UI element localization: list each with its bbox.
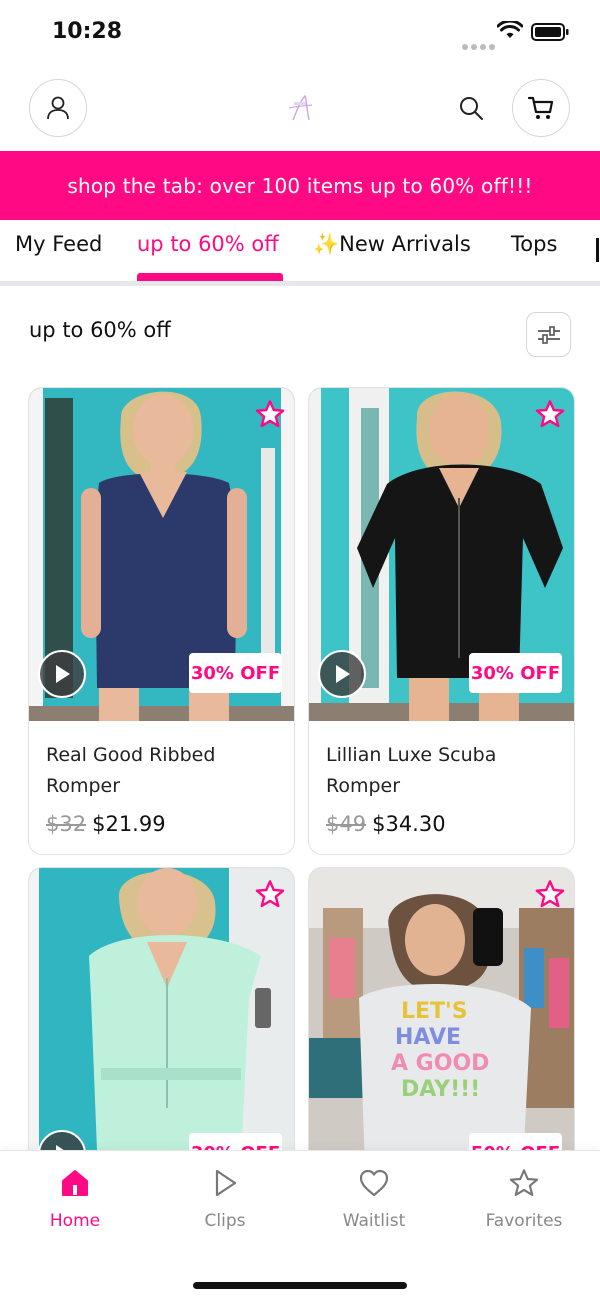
- original-price: $49: [326, 812, 367, 836]
- tab-my-feed[interactable]: My Feed: [15, 232, 102, 256]
- play-video-button[interactable]: [38, 650, 86, 698]
- promo-text: shop the tab: over 100 items up to 60% o…: [67, 173, 533, 198]
- play-icon: [56, 665, 70, 683]
- tab-sale[interactable]: up to 60% off: [137, 232, 279, 256]
- star-icon: [509, 1169, 539, 1197]
- search-button[interactable]: [455, 92, 487, 124]
- product-price: $32 $21.99: [46, 812, 166, 836]
- tab-new-arrivals[interactable]: ✨New Arrivals: [313, 232, 471, 257]
- nav-clips-label: Clips: [204, 1211, 246, 1231]
- discount-badge: 30% OFF: [189, 653, 282, 693]
- user-icon: [47, 96, 69, 120]
- play-icon: [336, 665, 350, 683]
- brand-logo[interactable]: [282, 90, 318, 126]
- nav-favorites-label: Favorites: [485, 1211, 563, 1231]
- nav-waitlist-label: Waitlist: [342, 1211, 406, 1231]
- nav-home-label: Home: [49, 1211, 101, 1231]
- account-button[interactable]: [29, 79, 87, 137]
- discount-badge: 30% OFF: [469, 653, 562, 693]
- product-image[interactable]: 30% OFF: [29, 868, 294, 1166]
- product-price: $49 $34.30: [326, 812, 446, 836]
- product-image[interactable]: 30% OFF: [309, 388, 574, 721]
- sliders-icon: [537, 325, 560, 344]
- promo-banner[interactable]: shop the tab: over 100 items up to 60% o…: [0, 151, 600, 220]
- product-image[interactable]: 30% OFF: [29, 388, 294, 721]
- original-price: $32: [46, 812, 87, 836]
- svg-text:HAVE: HAVE: [395, 1025, 461, 1050]
- svg-text:A GOOD: A GOOD: [391, 1051, 489, 1076]
- product-image[interactable]: LET'S HAVE A GOOD DAY!!! 50% OFF: [309, 868, 574, 1166]
- brand-logo-icon: [288, 94, 313, 121]
- star-icon[interactable]: [254, 398, 286, 430]
- nav-favorites[interactable]: Favorites: [469, 1167, 579, 1231]
- filter-button[interactable]: [526, 312, 571, 357]
- play-icon: [215, 1169, 237, 1197]
- signal-dots-icon: [462, 35, 498, 54]
- home-icon: [62, 1170, 88, 1196]
- star-icon[interactable]: [534, 878, 566, 910]
- product-card[interactable]: 30% OFF Real Good Ribbed Romper $32 $21.9…: [28, 387, 295, 855]
- tab-overflow-indicator: [596, 238, 599, 262]
- product-name[interactable]: Lillian Luxe Scuba Romper: [326, 740, 561, 802]
- svg-text:LET'S: LET'S: [401, 999, 468, 1024]
- play-video-button[interactable]: [318, 650, 366, 698]
- product-card[interactable]: 30% OFF Lillian Luxe Scuba Romper $49 $34…: [308, 387, 575, 855]
- bottom-navigation: Home Clips Waitlist Favorites: [0, 1150, 600, 1299]
- heart-icon: [359, 1169, 389, 1197]
- wifi-icon: [497, 21, 523, 38]
- status-time: 10:28: [52, 19, 123, 44]
- product-card[interactable]: 30% OFF: [28, 867, 295, 1167]
- search-icon: [460, 97, 483, 120]
- sale-price: $34.30: [372, 812, 446, 836]
- star-icon[interactable]: [534, 398, 566, 430]
- page-title: up to 60% off: [29, 318, 171, 342]
- status-bar: 10:28: [0, 0, 600, 64]
- sale-price: $21.99: [92, 812, 166, 836]
- svg-text:DAY!!!: DAY!!!: [401, 1077, 480, 1102]
- home-indicator[interactable]: [193, 1282, 407, 1289]
- product-card[interactable]: LET'S HAVE A GOOD DAY!!! 50% OFF: [308, 867, 575, 1167]
- nav-home[interactable]: Home: [20, 1167, 130, 1231]
- nav-waitlist[interactable]: Waitlist: [319, 1167, 429, 1231]
- nav-clips[interactable]: Clips: [170, 1167, 280, 1231]
- cart-icon: [527, 96, 554, 119]
- cart-button[interactable]: [512, 79, 570, 137]
- battery-icon: [531, 23, 569, 41]
- star-icon[interactable]: [254, 878, 286, 910]
- product-name[interactable]: Real Good Ribbed Romper: [46, 740, 281, 802]
- category-tabs: My Feed up to 60% off ✨New Arrivals Tops: [0, 220, 600, 286]
- active-tab-indicator: [137, 273, 283, 281]
- tab-tops[interactable]: Tops: [511, 232, 557, 256]
